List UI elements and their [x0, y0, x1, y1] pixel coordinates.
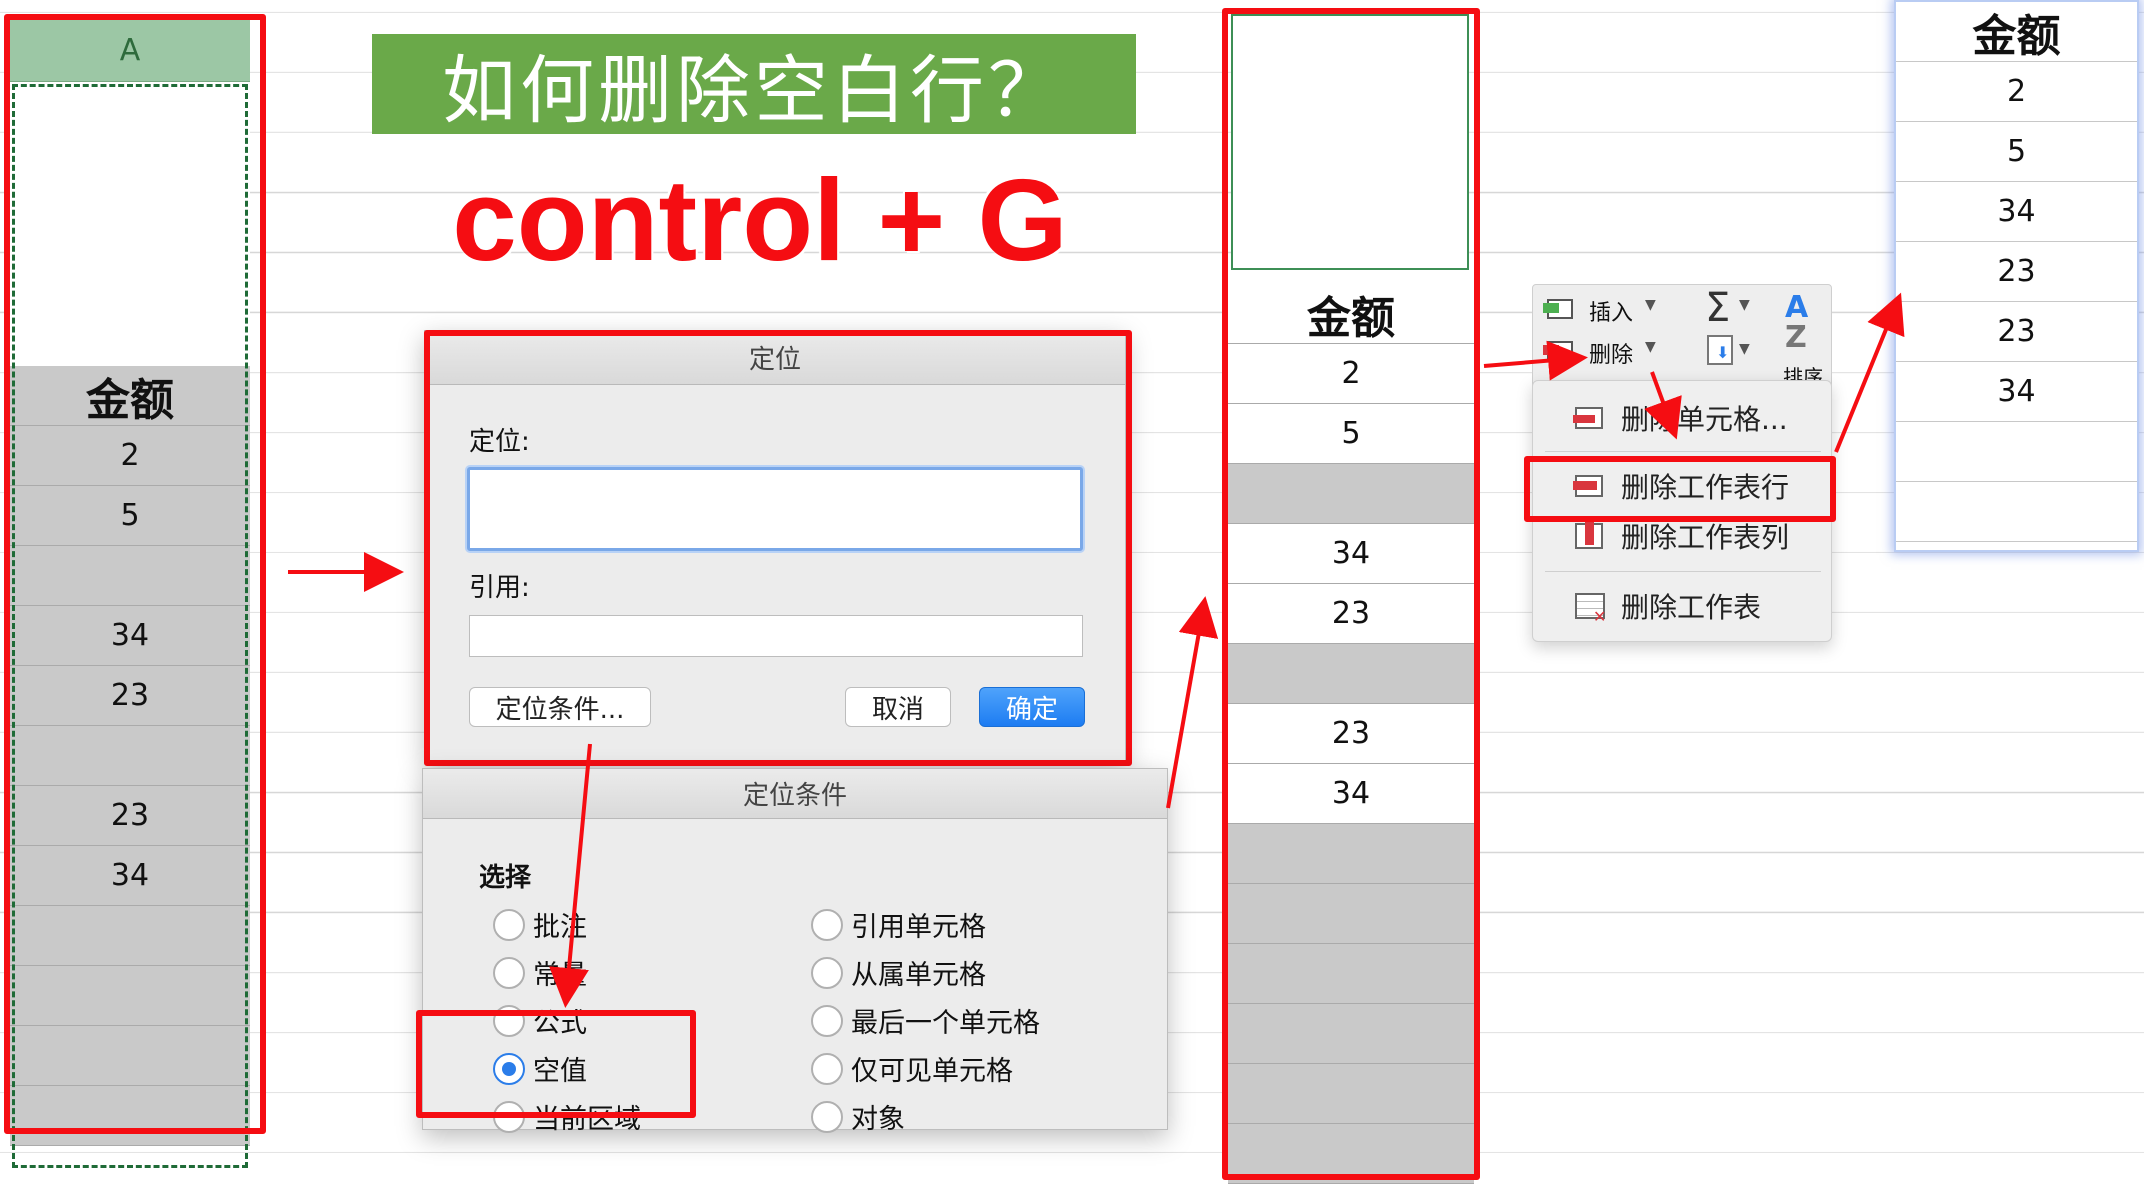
radio-option[interactable]: 仅可见单元格 — [811, 1049, 1013, 1088]
highlight-box-middle-column — [1222, 8, 1480, 1180]
radio-label: 仅可见单元格 — [851, 1056, 1013, 1087]
menu-item-delete-cells[interactable]: 删除单元格... — [1533, 391, 1833, 445]
sum-icon[interactable]: Σ — [1705, 285, 1730, 331]
column-result-cells: 金额 2 5 34 23 23 34 — [1896, 2, 2137, 542]
chevron-down-icon[interactable]: ▼ — [1645, 297, 1656, 313]
arrow-to-middle-column — [1166, 596, 1219, 809]
delete-button[interactable]: 删除 — [1589, 337, 1633, 369]
radio-label: 批注 — [533, 912, 587, 943]
radio-option[interactable]: 最后一个单元格 — [811, 1001, 1040, 1040]
radio-label: 最后一个单元格 — [851, 1008, 1040, 1039]
radio-button[interactable] — [493, 956, 525, 989]
menu-item-delete-sheet[interactable]: ✕ 删除工作表 — [1533, 579, 1833, 633]
table-cell[interactable] — [1896, 422, 2137, 482]
column-header-cell[interactable]: 金额 — [1896, 2, 2137, 62]
insert-button[interactable]: 插入 — [1589, 295, 1633, 327]
delete-icon — [1543, 337, 1579, 365]
radio-button[interactable] — [811, 1100, 843, 1133]
highlight-box-column-a — [4, 14, 266, 1134]
radio-option[interactable]: 从属单元格 — [811, 953, 986, 992]
table-cell[interactable]: 34 — [1896, 182, 2137, 242]
dialog-title: 定位条件 — [423, 769, 1167, 819]
ribbon-cells-group: 插入 ▼ 删除 ▼ Σ ▼ ⬇ ▼ AZ 排序 — [1532, 284, 1832, 389]
arrow-to-result — [1834, 292, 1905, 453]
highlight-box-delete-rows — [1524, 456, 1836, 522]
radio-button[interactable] — [493, 908, 525, 941]
section-label: 选择 — [479, 863, 532, 893]
chevron-down-icon[interactable]: ▼ — [1645, 339, 1656, 355]
delete-columns-icon — [1573, 521, 1607, 551]
menu-item-label: 删除工作表 — [1621, 591, 1762, 624]
radio-option[interactable]: 对象 — [811, 1097, 905, 1136]
highlight-box-blanks-option — [416, 1010, 696, 1118]
fill-icon[interactable]: ⬇ — [1707, 335, 1733, 365]
radio-button[interactable] — [811, 1052, 843, 1085]
table-cell[interactable] — [1896, 482, 2137, 542]
shortcut-label: control + G — [452, 155, 1068, 285]
menu-item-label: 删除工作表列 — [1621, 521, 1790, 554]
chevron-down-icon[interactable]: ▼ — [1739, 341, 1750, 357]
radio-option[interactable]: 批注 — [493, 905, 587, 944]
insert-icon — [1543, 295, 1579, 323]
highlight-box-goto-dialog — [424, 330, 1132, 766]
table-cell[interactable]: 2 — [1896, 62, 2137, 122]
table-cell[interactable]: 23 — [1896, 242, 2137, 302]
chevron-down-icon[interactable]: ▼ — [1739, 297, 1750, 313]
radio-button[interactable] — [811, 1004, 843, 1037]
radio-label: 从属单元格 — [851, 960, 986, 991]
delete-sheet-icon: ✕ — [1573, 591, 1607, 626]
radio-label: 常量 — [533, 960, 587, 991]
page-title: 如何删除空白行？ — [372, 34, 1136, 134]
radio-button[interactable] — [811, 956, 843, 989]
sort-icon[interactable]: AZ — [1785, 293, 1808, 353]
table-cell[interactable]: 34 — [1896, 362, 2137, 422]
radio-label: 引用单元格 — [851, 912, 986, 943]
table-cell[interactable]: 5 — [1896, 122, 2137, 182]
menu-item-label: 删除单元格... — [1621, 403, 1788, 436]
radio-option[interactable]: 常量 — [493, 953, 587, 992]
table-cell[interactable]: 23 — [1896, 302, 2137, 362]
delete-cells-icon — [1573, 403, 1607, 433]
radio-label: 对象 — [851, 1104, 905, 1135]
radio-button[interactable] — [811, 908, 843, 941]
column-result: 金额 2 5 34 23 23 34 — [1894, 0, 2139, 552]
radio-option[interactable]: 引用单元格 — [811, 905, 986, 944]
